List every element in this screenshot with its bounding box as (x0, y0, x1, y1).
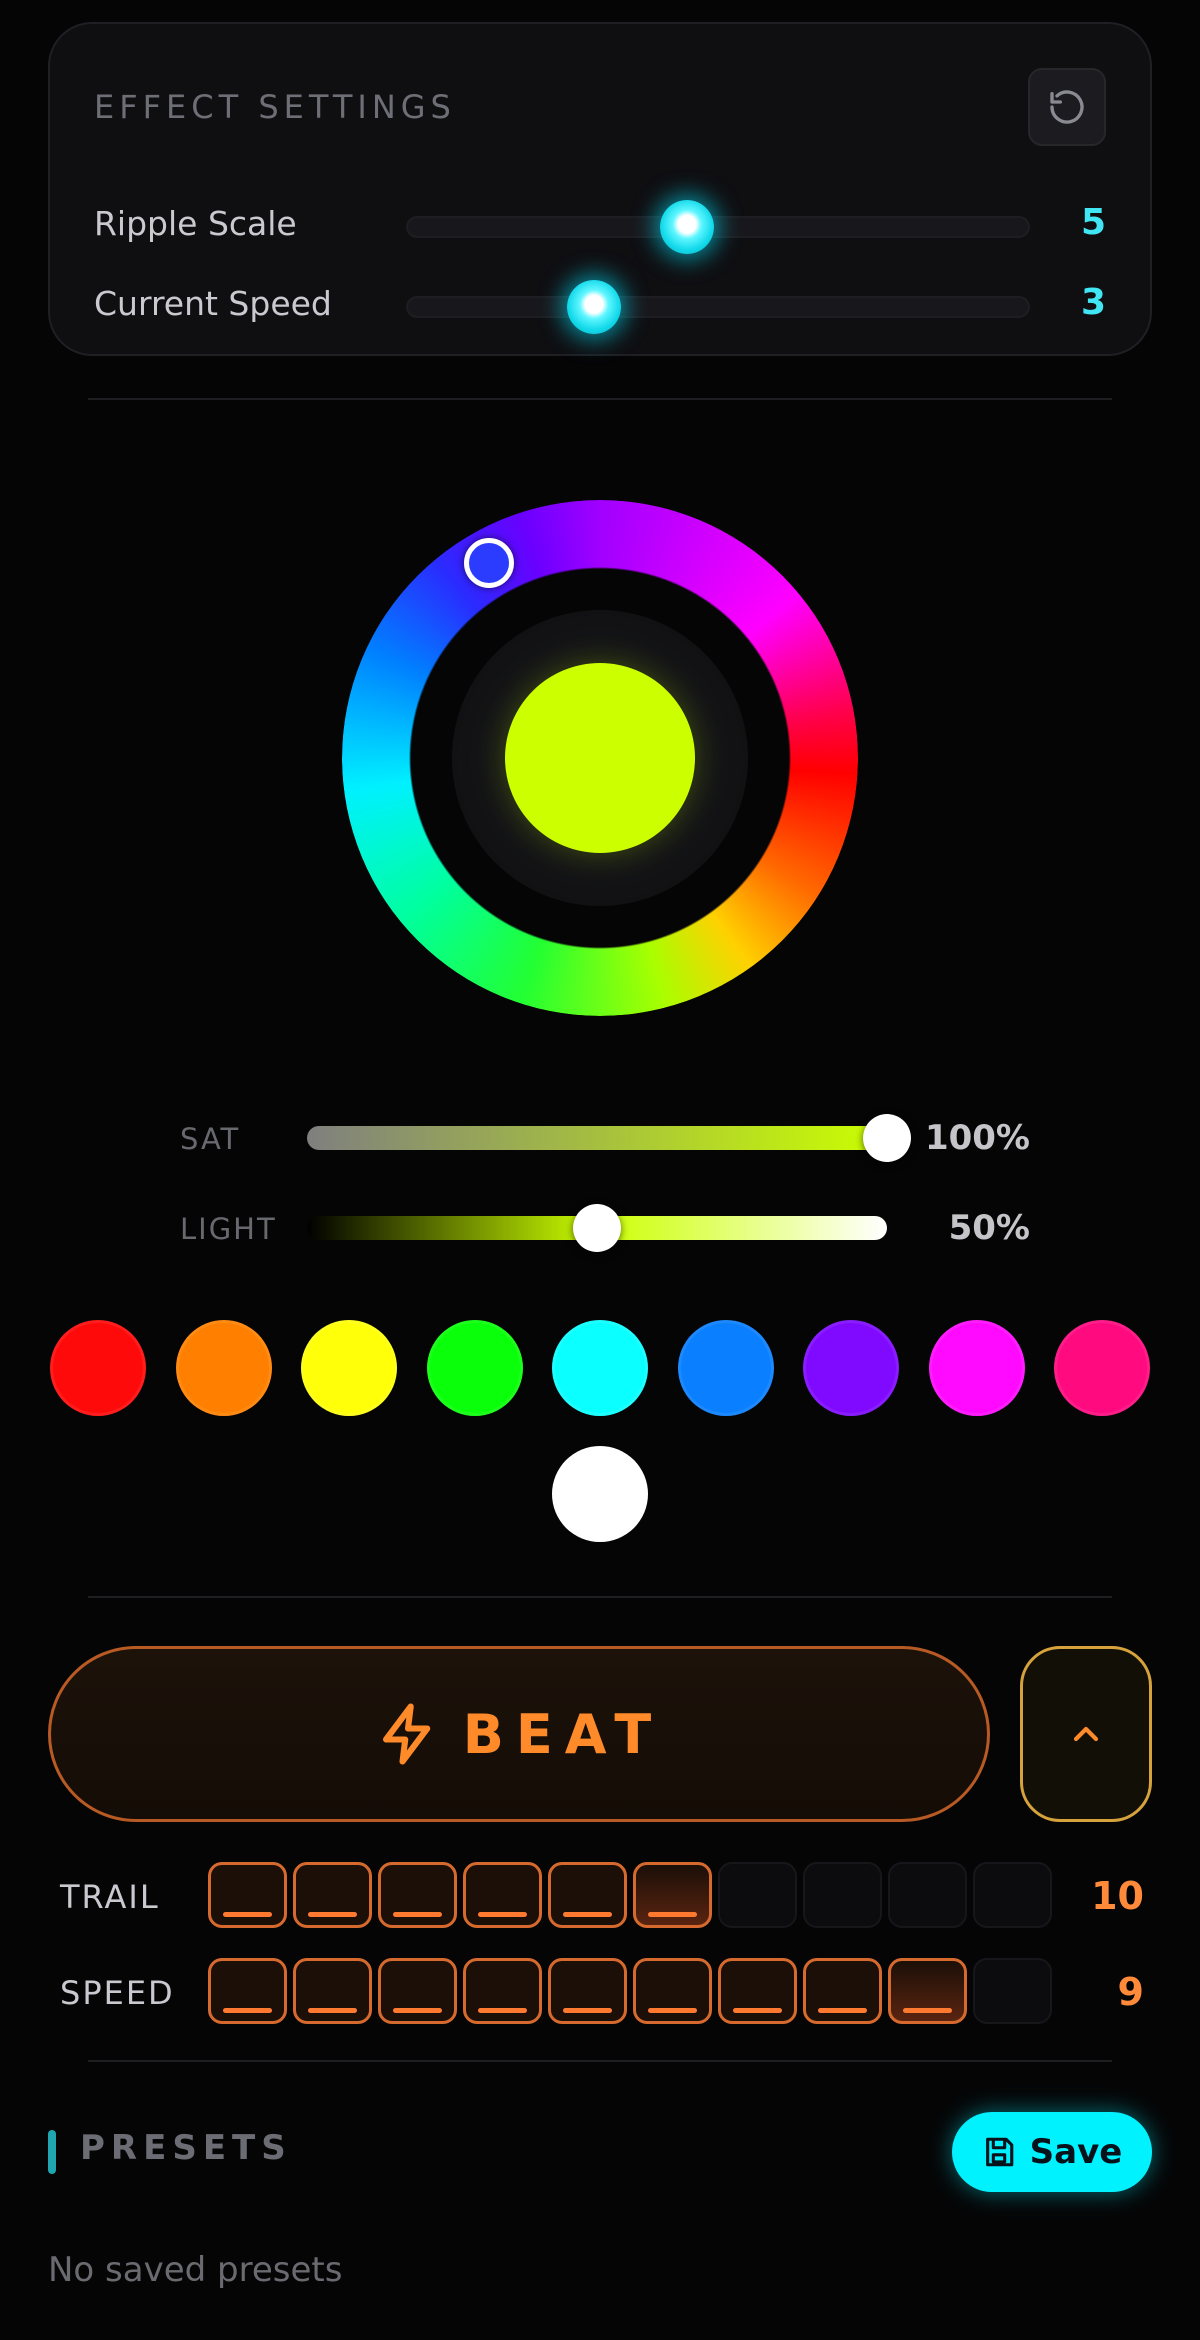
saturation-label: SAT (180, 1122, 241, 1156)
segment[interactable] (633, 1958, 712, 2024)
segment[interactable] (548, 1958, 627, 2024)
no-presets-text: No saved presets (48, 2250, 343, 2290)
selected-color-preview (505, 663, 695, 853)
trail-value: 10 (1091, 1874, 1144, 1918)
reset-button[interactable] (1028, 68, 1106, 146)
color-swatch[interactable] (677, 1320, 774, 1416)
color-swatch[interactable] (301, 1320, 397, 1416)
lightness-thumb[interactable] (573, 1204, 621, 1252)
current-speed-label: Current Speed (94, 284, 332, 323)
current-speed-row: Current Speed 3 (94, 274, 1106, 334)
color-swatch[interactable] (803, 1320, 899, 1416)
lightness-slider[interactable] (307, 1204, 887, 1252)
save-preset-button[interactable]: Save (952, 2112, 1152, 2192)
color-swatch[interactable] (928, 1320, 1025, 1416)
saturation-row: SAT 100% (180, 1108, 1030, 1168)
segment[interactable] (633, 1862, 712, 1928)
segment[interactable] (803, 1862, 882, 1928)
divider (88, 2060, 1112, 2062)
segment[interactable] (378, 1862, 457, 1928)
ripple-scale-value: 5 (1080, 202, 1106, 243)
trail-segments[interactable] (208, 1862, 1052, 1928)
segment[interactable] (548, 1862, 627, 1928)
speed-label: SPEED (60, 1974, 175, 2012)
current-speed-slider[interactable] (406, 280, 1030, 334)
color-swatch[interactable] (1054, 1320, 1150, 1416)
effect-settings-card: EFFECT SETTINGS Ripple Scale 5 Current S… (48, 22, 1152, 356)
saturation-slider[interactable] (307, 1114, 911, 1162)
segment[interactable] (463, 1958, 542, 2024)
color-swatch[interactable] (175, 1320, 272, 1416)
trail-row: TRAIL 10 (58, 1862, 1144, 1932)
segment[interactable] (463, 1862, 542, 1928)
trail-label: TRAIL (60, 1878, 160, 1916)
segment[interactable] (378, 1958, 457, 2024)
color-swatch[interactable] (50, 1320, 146, 1416)
color-swatch[interactable] (552, 1446, 648, 1542)
lightness-label: LIGHT (180, 1212, 277, 1246)
segment[interactable] (293, 1958, 372, 2024)
current-speed-value: 3 (1080, 282, 1106, 323)
beat-label: BEAT (462, 1702, 664, 1766)
hue-handle[interactable] (464, 538, 514, 588)
ripple-scale-thumb[interactable] (660, 200, 714, 254)
segment[interactable] (803, 1958, 882, 2024)
segment[interactable] (888, 1862, 967, 1928)
divider (88, 1596, 1112, 1598)
presets-title: PRESETS (80, 2128, 292, 2168)
expand-button[interactable] (1020, 1646, 1152, 1822)
save-label: Save (1029, 2132, 1123, 2172)
segment[interactable] (208, 1862, 287, 1928)
speed-segments[interactable] (208, 1958, 1052, 2024)
reset-icon (1050, 90, 1084, 124)
speed-value: 9 (1117, 1970, 1144, 2014)
segment[interactable] (973, 1958, 1052, 2024)
current-speed-thumb[interactable] (567, 280, 621, 334)
speed-row: SPEED 9 (58, 1958, 1144, 2028)
segment[interactable] (888, 1958, 967, 2024)
saturation-thumb[interactable] (863, 1114, 911, 1162)
color-swatch[interactable] (426, 1320, 523, 1416)
divider (88, 398, 1112, 400)
chevron-up-icon (1073, 1726, 1099, 1742)
beat-button[interactable]: BEAT (48, 1646, 990, 1822)
presets-accent-bar (48, 2130, 56, 2174)
color-swatch[interactable] (552, 1320, 648, 1416)
segment[interactable] (718, 1862, 797, 1928)
saturation-value: 100% (924, 1118, 1030, 1158)
floppy-disk-icon (985, 2137, 1013, 2167)
segment[interactable] (293, 1862, 372, 1928)
lightning-icon (382, 1703, 431, 1765)
lightness-value: 50% (948, 1208, 1030, 1248)
ripple-scale-label: Ripple Scale (94, 204, 297, 243)
segment[interactable] (718, 1958, 797, 2024)
effect-settings-title: EFFECT SETTINGS (94, 88, 456, 126)
ripple-scale-slider[interactable] (406, 200, 1030, 254)
segment[interactable] (973, 1862, 1052, 1928)
segment[interactable] (208, 1958, 287, 2024)
lightness-row: LIGHT 50% (180, 1198, 1030, 1258)
ripple-scale-row: Ripple Scale 5 (94, 194, 1106, 254)
